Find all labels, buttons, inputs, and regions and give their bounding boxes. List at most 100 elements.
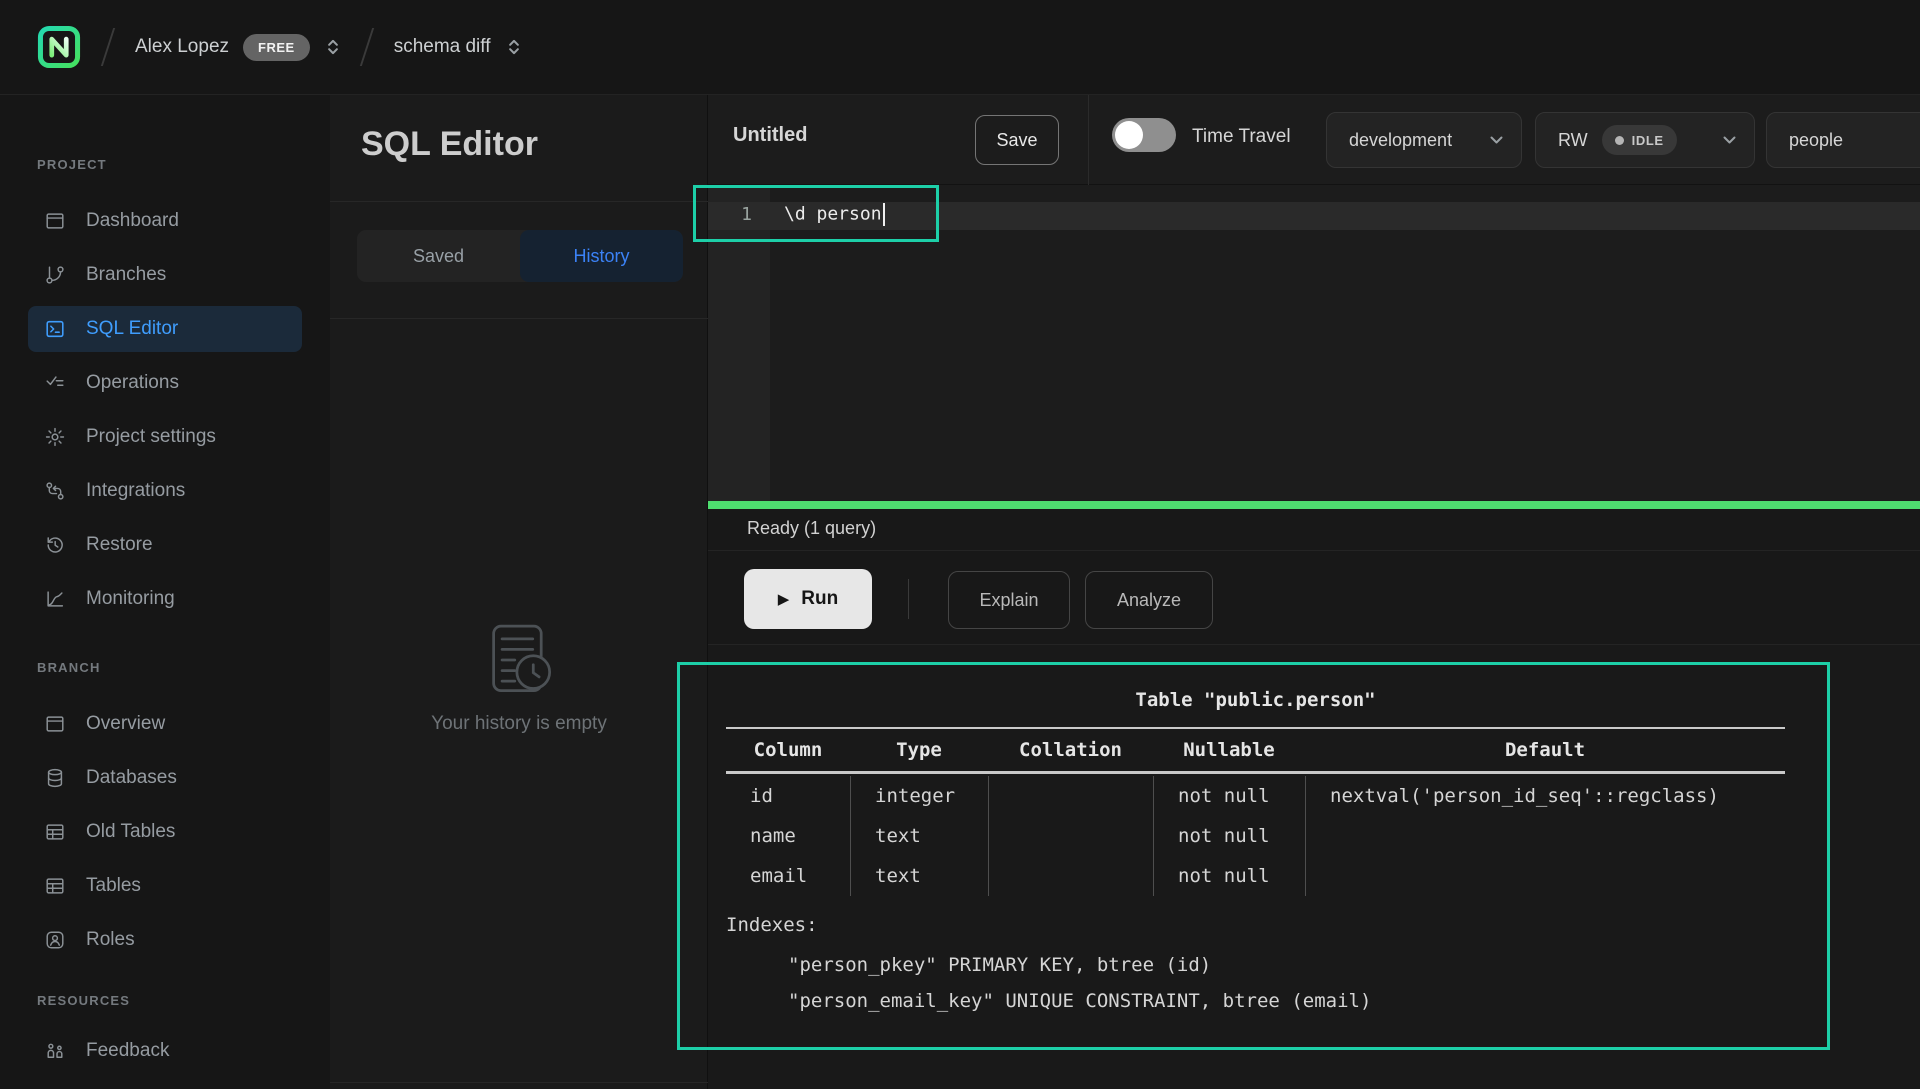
sidebar-item-databases[interactable]: Databases	[28, 755, 302, 801]
sidebar-item-feedback[interactable]: Feedback	[28, 1028, 302, 1074]
neon-logo-icon[interactable]	[37, 25, 81, 69]
sidebar-item-monitoring[interactable]: Monitoring	[28, 576, 302, 622]
integrations-icon	[44, 480, 66, 502]
divider	[330, 1082, 708, 1083]
index-entry: "person_pkey" PRIMARY KEY, btree (id)	[788, 954, 1211, 976]
run-button[interactable]: ▶ Run	[744, 569, 872, 629]
code-text: \d person	[784, 204, 882, 225]
branch-dropdown[interactable]: development	[1326, 112, 1522, 168]
sidebar-item-label: Integrations	[86, 480, 185, 502]
sidebar-item-label: Tables	[86, 875, 141, 897]
chevron-down-icon	[1723, 136, 1736, 144]
cell	[988, 776, 1153, 816]
sql-editor-icon	[44, 318, 66, 340]
sidebar: PROJECT Dashboard Branches	[0, 95, 330, 1089]
cell: not null	[1153, 776, 1305, 816]
explain-button[interactable]: Explain	[948, 571, 1070, 629]
sidebar-item-label: Restore	[86, 534, 153, 556]
saved-history-tabs: Saved History	[357, 230, 683, 282]
table-row: email text not null	[726, 856, 1785, 896]
sidebar-item-label: Monitoring	[86, 588, 175, 610]
column-header: Default	[1305, 735, 1785, 769]
cell: not null	[1153, 856, 1305, 896]
breadcrumb-project[interactable]: schema diff	[394, 36, 491, 58]
empty-history-text: Your history is empty	[330, 713, 708, 735]
empty-history-document-clock-icon	[484, 623, 554, 697]
sql-editor-side-panel: SQL Editor Saved History Your history is…	[330, 95, 708, 1089]
panel-title: SQL Editor	[361, 125, 538, 164]
divider	[330, 201, 708, 202]
compute-status-text: IDLE	[1632, 133, 1664, 148]
query-title[interactable]: Untitled	[733, 124, 807, 147]
sidebar-item-restore[interactable]: Restore	[28, 522, 302, 568]
text-caret	[883, 203, 885, 226]
people-feedback-icon	[44, 1040, 66, 1062]
cell	[988, 856, 1153, 896]
sidebar-item-dashboard[interactable]: Dashboard	[28, 198, 302, 244]
sidebar-item-label: Feedback	[86, 1040, 169, 1062]
cell: integer	[850, 776, 988, 816]
cell: name	[726, 816, 850, 856]
table-rule	[726, 727, 1785, 729]
sidebar-item-label: Dashboard	[86, 210, 179, 232]
play-icon: ▶	[778, 590, 790, 608]
sidebar-item-tables[interactable]: Tables	[28, 863, 302, 909]
overview-icon	[44, 713, 66, 735]
time-travel-toggle[interactable]	[1112, 118, 1176, 152]
ready-status-text: Ready (1 query)	[747, 518, 876, 539]
indexes-label: Indexes:	[726, 914, 818, 936]
database-dropdown[interactable]: people	[1766, 112, 1920, 168]
status-dot-icon	[1615, 136, 1624, 145]
sidebar-item-overview[interactable]: Overview	[28, 701, 302, 747]
sidebar-item-project-settings[interactable]: Project settings	[28, 414, 302, 460]
cell: not null	[1153, 816, 1305, 856]
sidebar-item-label: Databases	[86, 767, 177, 789]
run-button-label: Run	[801, 588, 838, 610]
analyze-button[interactable]: Analyze	[1085, 571, 1213, 629]
dashboard-icon	[44, 210, 66, 232]
table-icon	[44, 875, 66, 897]
column-header: Collation	[988, 735, 1153, 769]
sidebar-item-integrations[interactable]: Integrations	[28, 468, 302, 514]
sidebar-item-label: Operations	[86, 372, 179, 394]
operations-icon	[44, 372, 66, 394]
sidebar-item-label: Overview	[86, 713, 165, 735]
result-table-header: Column Type Collation Nullable Default	[726, 735, 1785, 769]
compute-status-badge: IDLE	[1602, 125, 1677, 155]
time-travel-label: Time Travel	[1192, 126, 1291, 148]
tab-history[interactable]: History	[520, 230, 683, 282]
code-line[interactable]: \d person	[784, 203, 885, 226]
breadcrumb-user[interactable]: Alex Lopez	[135, 36, 229, 58]
cell: nextval('person_id_seq'::regclass)	[1305, 776, 1785, 816]
table-row: id integer not null nextval('person_id_s…	[726, 776, 1785, 816]
cell: text	[850, 856, 988, 896]
divider	[908, 579, 909, 619]
cell	[1305, 816, 1785, 856]
save-button[interactable]: Save	[975, 115, 1059, 165]
restore-clock-icon	[44, 534, 66, 556]
monitoring-chart-icon	[44, 588, 66, 610]
tab-saved[interactable]: Saved	[357, 230, 520, 282]
sidebar-item-sql-editor[interactable]: SQL Editor	[28, 306, 302, 352]
chevron-down-icon	[1490, 136, 1503, 144]
column-header: Type	[850, 735, 988, 769]
main-area: Untitled Save Time Travel development RW…	[708, 95, 1920, 1089]
index-entry: "person_email_key" UNIQUE CONSTRAINT, bt…	[788, 990, 1371, 1012]
project-switcher-carets-icon[interactable]	[507, 37, 521, 57]
sql-code-editor[interactable]: 1 \d person	[708, 185, 1920, 501]
cell: text	[850, 816, 988, 856]
sidebar-item-operations[interactable]: Operations	[28, 360, 302, 406]
sidebar-item-roles[interactable]: Roles	[28, 917, 302, 963]
line-number: 1	[708, 204, 752, 225]
sidebar-item-old-tables[interactable]: Old Tables	[28, 809, 302, 855]
compute-mode-label: RW	[1558, 130, 1588, 151]
gear-icon	[44, 426, 66, 448]
user-switcher-carets-icon[interactable]	[326, 37, 340, 57]
sidebar-item-branches[interactable]: Branches	[28, 252, 302, 298]
result-table-title: Table "public.person"	[726, 689, 1785, 711]
cell: id	[726, 776, 850, 816]
toggle-knob	[1115, 121, 1143, 149]
compute-dropdown[interactable]: RW IDLE	[1535, 112, 1755, 168]
sidebar-section-project: PROJECT	[37, 157, 330, 172]
breadcrumb-separator	[101, 28, 115, 66]
